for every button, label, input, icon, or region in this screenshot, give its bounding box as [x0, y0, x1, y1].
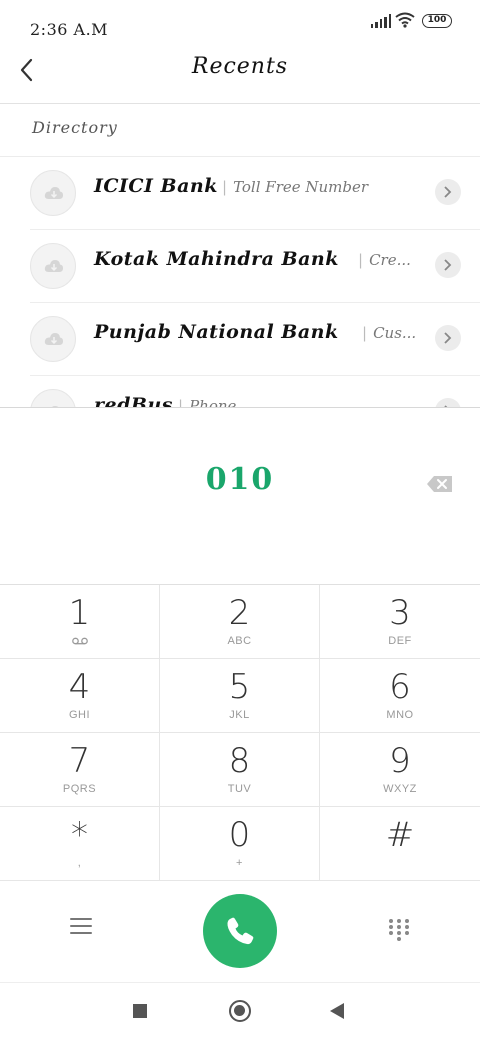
section-title-directory: Directory [32, 118, 118, 137]
key-digit: 0 [228, 815, 251, 855]
key-2[interactable]: 2 ABC [160, 585, 320, 659]
key-1[interactable]: 1 [0, 585, 160, 659]
avatar [30, 389, 76, 407]
page-title: Recents [191, 54, 289, 79]
bank-name: Punjab National Bank [94, 321, 339, 343]
avatar [30, 316, 76, 362]
key-digit: 8 [228, 741, 251, 781]
key-letters: PQRS [62, 783, 97, 795]
recent-apps-button[interactable] [133, 1004, 147, 1018]
key-digit: 9 [389, 741, 411, 781]
cloud-icon [44, 187, 64, 199]
key-digit: 7 [68, 741, 91, 781]
key-letters: , [77, 857, 82, 869]
key-4[interactable]: 4 GHI [0, 659, 160, 733]
chevron-right-icon[interactable] [435, 325, 461, 351]
bank-description: | Cus... [362, 324, 417, 342]
bank-description: | Cre... [358, 251, 411, 269]
chevron-right-icon[interactable] [435, 252, 461, 278]
cloud-icon [44, 333, 64, 345]
list-item[interactable]: Kotak Mahindra Bank | Cre... [0, 230, 480, 303]
bank-description: | Phone [178, 397, 237, 407]
key-8[interactable]: 8 TUV [160, 733, 320, 807]
directory-list[interactable]: ICICI Bank | Toll Free Number Kotak Mahin… [0, 157, 480, 407]
key-hash[interactable]: # [320, 807, 480, 881]
divider [0, 407, 480, 408]
key-letters: WXYZ [383, 783, 417, 795]
key-7[interactable]: 7 PQRS [0, 733, 160, 807]
bank-name: Kotak Mahindra Bank [94, 248, 339, 270]
key-6[interactable]: 6 MNO [320, 659, 480, 733]
cloud-icon [44, 260, 64, 272]
avatar [30, 170, 76, 216]
key-digit: 4 [68, 667, 91, 707]
header: Recents [0, 36, 480, 104]
chevron-right-icon[interactable] [435, 179, 461, 205]
key-digit: 1 [68, 593, 91, 633]
bank-description: | Toll Free Number [222, 178, 369, 196]
key-star[interactable]: * , [0, 807, 160, 881]
status-bar: 2:36 A.M 100 [0, 0, 480, 36]
key-letters: TUV [227, 783, 252, 795]
key-0[interactable]: 0 + [160, 807, 320, 881]
list-item[interactable]: redBus | Phone [0, 376, 480, 407]
signal-icon [371, 14, 392, 28]
dialed-number: 010 [205, 462, 275, 497]
key-letters: DEF [388, 635, 412, 647]
key-letters: JKL [229, 709, 250, 721]
phone-icon [227, 917, 254, 945]
home-button[interactable] [229, 1000, 251, 1022]
bank-name: ICICI Bank [94, 175, 218, 197]
menu-icon[interactable] [70, 918, 92, 938]
divider [0, 982, 480, 983]
chevron-right-icon[interactable] [435, 398, 461, 407]
backspace-icon[interactable] [426, 474, 454, 494]
key-digit: 3 [389, 593, 411, 633]
wifi-icon [395, 12, 415, 28]
key-digit: * [71, 815, 88, 855]
avatar [30, 243, 76, 289]
key-3[interactable]: 3 DEF [320, 585, 480, 659]
key-letters: ABC [227, 635, 252, 647]
key-letters: GHI [68, 709, 91, 721]
key-digit: 6 [389, 667, 411, 707]
key-letters: MNO [386, 709, 414, 721]
nav-back-button[interactable] [330, 1003, 344, 1019]
key-letters: + [236, 857, 243, 869]
status-time: 2:36 A.M [30, 20, 109, 36]
keypad: 1 2 ABC 3 DEF 4 GHI 5 JKL 6 MNO 7 PQRS 8… [0, 584, 480, 881]
key-9[interactable]: 9 WXYZ [320, 733, 480, 807]
voicemail-icon [72, 637, 88, 645]
battery-indicator: 100 [422, 14, 452, 28]
bank-name: redBus [94, 394, 173, 407]
dialpad-icon[interactable] [388, 918, 410, 944]
list-item[interactable]: ICICI Bank | Toll Free Number [0, 157, 480, 230]
call-button[interactable] [203, 894, 277, 968]
list-item[interactable]: Punjab National Bank | Cus... [0, 303, 480, 376]
key-digit: 5 [228, 667, 251, 707]
key-5[interactable]: 5 JKL [160, 659, 320, 733]
key-digit: 2 [228, 593, 251, 633]
key-digit: # [385, 815, 415, 855]
